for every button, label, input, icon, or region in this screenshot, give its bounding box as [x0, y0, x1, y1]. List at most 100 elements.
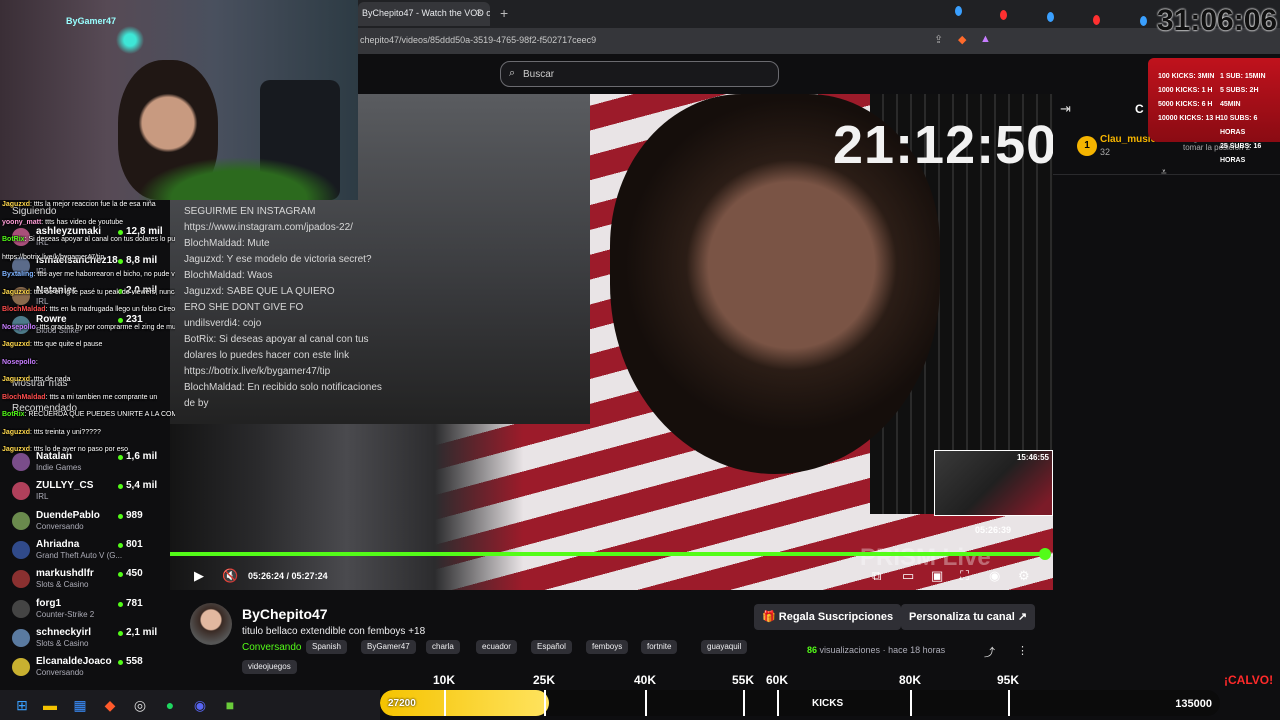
sidebar-channel-name: ElcanaldeJoaco	[36, 656, 112, 668]
stream-tag[interactable]: Spanish	[306, 640, 347, 654]
embedded-chat-line: https://www.instagram.com/jpados-22/	[184, 222, 353, 233]
chat-message: Jaguzxd: ttts oe en lg te pasé tu peak d…	[2, 288, 175, 298]
sidebar-channel-item[interactable]: ZULLYY_CS IRL 5,4 mil	[8, 480, 168, 510]
file-explorer-icon[interactable]: ▬	[40, 695, 60, 715]
chat-username[interactable]: Jaguzxd	[2, 429, 30, 436]
chat-username[interactable]: Jaguzxd	[2, 201, 30, 208]
avatar	[12, 540, 30, 559]
gift-subs-button[interactable]: 🎁 Regala Suscripciones	[754, 604, 902, 630]
time-current: 05:26:24	[248, 571, 285, 581]
collapse-chat-icon[interactable]: ⇥	[1060, 101, 1071, 117]
embedded-chat-line: BlochMaldad: Waos	[184, 270, 273, 281]
stream-tag[interactable]: charla	[426, 640, 460, 654]
search-input[interactable]: ⌕ Buscar	[500, 61, 779, 87]
embedded-chat-line: Jaguzxd: Y ese modelo de victoria secret…	[184, 254, 372, 265]
sidebar-channel-item[interactable]: ElcanaldeJoaco Conversando 558	[8, 656, 168, 686]
chat-username[interactable]: BotRix	[2, 236, 25, 243]
milestone-marker	[645, 690, 647, 716]
more-options-icon[interactable]: ⋮	[1017, 644, 1028, 657]
chat-username[interactable]: BotRix	[2, 411, 25, 418]
kick-goals-list: 100 KICKS: 3MIN 1000 KICKS: 1 H 5000 KICKS…	[1158, 70, 1220, 126]
chat-text: : ttts has video de youtube	[41, 218, 124, 226]
subathon-goal-item: 1 SUB: 15MIN	[1220, 73, 1266, 80]
webcam-logo: ByGamer47	[66, 16, 117, 26]
brave-shield-icon[interactable]: ◆	[958, 33, 966, 46]
milestone-label: 80K	[898, 673, 922, 687]
pip-icon[interactable]: ⧉	[872, 568, 881, 584]
seek-bar-handle[interactable]	[1039, 548, 1052, 560]
sidebar-channel-item[interactable]: DuendePablo Conversando 989	[8, 510, 168, 540]
sidebar-channel-category: Counter-Strike 2	[36, 609, 95, 619]
chat-text: :	[35, 358, 38, 366]
chat-username[interactable]: yoony_matt	[2, 219, 41, 226]
miniplayer-icon[interactable]: ▣	[931, 568, 943, 584]
theater-icon[interactable]: ▭	[902, 568, 914, 584]
sidebar-viewer-count: 2,1 mil	[126, 626, 158, 638]
seek-preview-timestamp: 05:26:39	[975, 525, 1012, 535]
channel-avatar[interactable]	[190, 603, 232, 645]
chat-text: : ttts gracias by por comprarme el zing …	[35, 323, 175, 331]
sidebar-channel-category: IRL	[36, 492, 49, 502]
chat-username[interactable]: Jaguzxd	[2, 446, 30, 453]
chat-username[interactable]: Jaguzxd	[2, 376, 30, 383]
chat-username[interactable]: BlochMaldad	[2, 394, 46, 401]
play-icon[interactable]: ▶	[194, 568, 204, 584]
sidebar-viewer-count: 5,4 mil	[126, 480, 158, 492]
sidebar-channel-item[interactable]: markushdlfr Slots & Casino 450	[8, 568, 168, 598]
seek-bar[interactable]	[170, 548, 1053, 560]
sidebar-channel-item[interactable]: schneckyirl Slots & Casino 2,1 mil	[8, 627, 168, 657]
fullscreen-icon[interactable]: ⛶	[960, 568, 969, 584]
url-text[interactable]: chepito47/videos/85ddd50a-3519-4765-98f2…	[360, 35, 596, 45]
kick-goal-current: 27200	[388, 698, 416, 709]
chat-message: Jaguzxd: ttts treinta y uni?????	[2, 428, 101, 438]
live-dot-icon	[118, 630, 123, 636]
speed-icon[interactable]: ◉	[989, 568, 1000, 584]
sidebar-channel-item[interactable]: forg1 Counter-Strike 2 781	[8, 598, 168, 628]
chat-username[interactable]: Nosepollo	[2, 359, 36, 366]
stream-tag[interactable]: videojuegos	[242, 660, 297, 674]
stream-chat-overlay: Jaguzxd: ttts la mejor reaccion fue la d…	[0, 200, 175, 470]
sidebar-viewer-count: 558	[126, 656, 143, 668]
chat-username[interactable]: Nosepollo	[2, 324, 36, 331]
address-bar[interactable]: chepito47/videos/85ddd50a-3519-4765-98f2…	[358, 28, 1280, 54]
seek-preview-thumbnail: 15:46:55	[934, 450, 1053, 516]
stream-tag[interactable]: Español	[531, 640, 572, 654]
minecraft-icon[interactable]: ■	[220, 695, 240, 715]
share-icon[interactable]: ⤴	[984, 644, 995, 660]
browser-tab[interactable]: ByChepito47 - Watch the VOD o ×	[358, 2, 490, 26]
milestone-marker	[544, 690, 546, 716]
new-tab-button[interactable]: +	[500, 5, 508, 21]
spotify-icon[interactable]: ●	[160, 695, 180, 715]
share-icon[interactable]: ⇪	[934, 33, 943, 46]
gift-leader-rank-badge: 1	[1077, 136, 1097, 156]
chat-username[interactable]: Byxtaling	[2, 271, 34, 278]
volume-muted-icon[interactable]: 🔇	[222, 568, 238, 584]
rewards-icon[interactable]: ▲	[980, 33, 991, 45]
settings-gear-icon[interactable]: ⚙	[1018, 568, 1030, 584]
channel-name[interactable]: ByChepito47	[242, 606, 328, 622]
embedded-chat-line: BlochMaldad: Mute	[184, 238, 270, 249]
stream-tag[interactable]: ByGamer47	[361, 640, 416, 654]
sidebar-channel-item[interactable]: Ahriadna Grand Theft Auto V (G... 801	[8, 539, 168, 569]
stream-tag[interactable]: femboys	[586, 640, 629, 654]
chat-username[interactable]: BlochMaldad	[2, 306, 46, 313]
discord-icon[interactable]: ◉	[190, 695, 210, 715]
stream-category[interactable]: Conversando	[242, 642, 301, 653]
chat-username[interactable]: Jaguzxd	[2, 341, 30, 348]
milestone-marker	[444, 690, 446, 716]
subathon-goal-item: 100 KICKS: 3MIN	[1158, 73, 1215, 80]
windows-start-icon[interactable]: ⊞	[12, 695, 32, 715]
obs-icon[interactable]: ◎	[130, 695, 150, 715]
chat-username[interactable]: Jaguzxd	[2, 289, 30, 296]
milestone-label: 25K	[532, 673, 556, 687]
stream-tag[interactable]: guayaquil	[701, 640, 748, 654]
close-icon[interactable]: ×	[476, 7, 482, 19]
stream-tag[interactable]: fortnite	[641, 640, 678, 654]
chat-message: BotRix: RECUERDA QUE PUEDES UNIRTE A LA …	[2, 410, 175, 420]
expand-leaderboard-icon[interactable]: ⩡	[1161, 167, 1167, 178]
chat-text: : ttts la mejor reaccion fue la de esa n…	[30, 201, 156, 208]
photos-icon[interactable]: ▦	[70, 695, 90, 715]
stream-tag[interactable]: ecuador	[476, 640, 517, 654]
customize-channel-button[interactable]: Personaliza tu canal ↗	[901, 604, 1036, 630]
brave-browser-icon[interactable]: ◆	[100, 695, 120, 715]
